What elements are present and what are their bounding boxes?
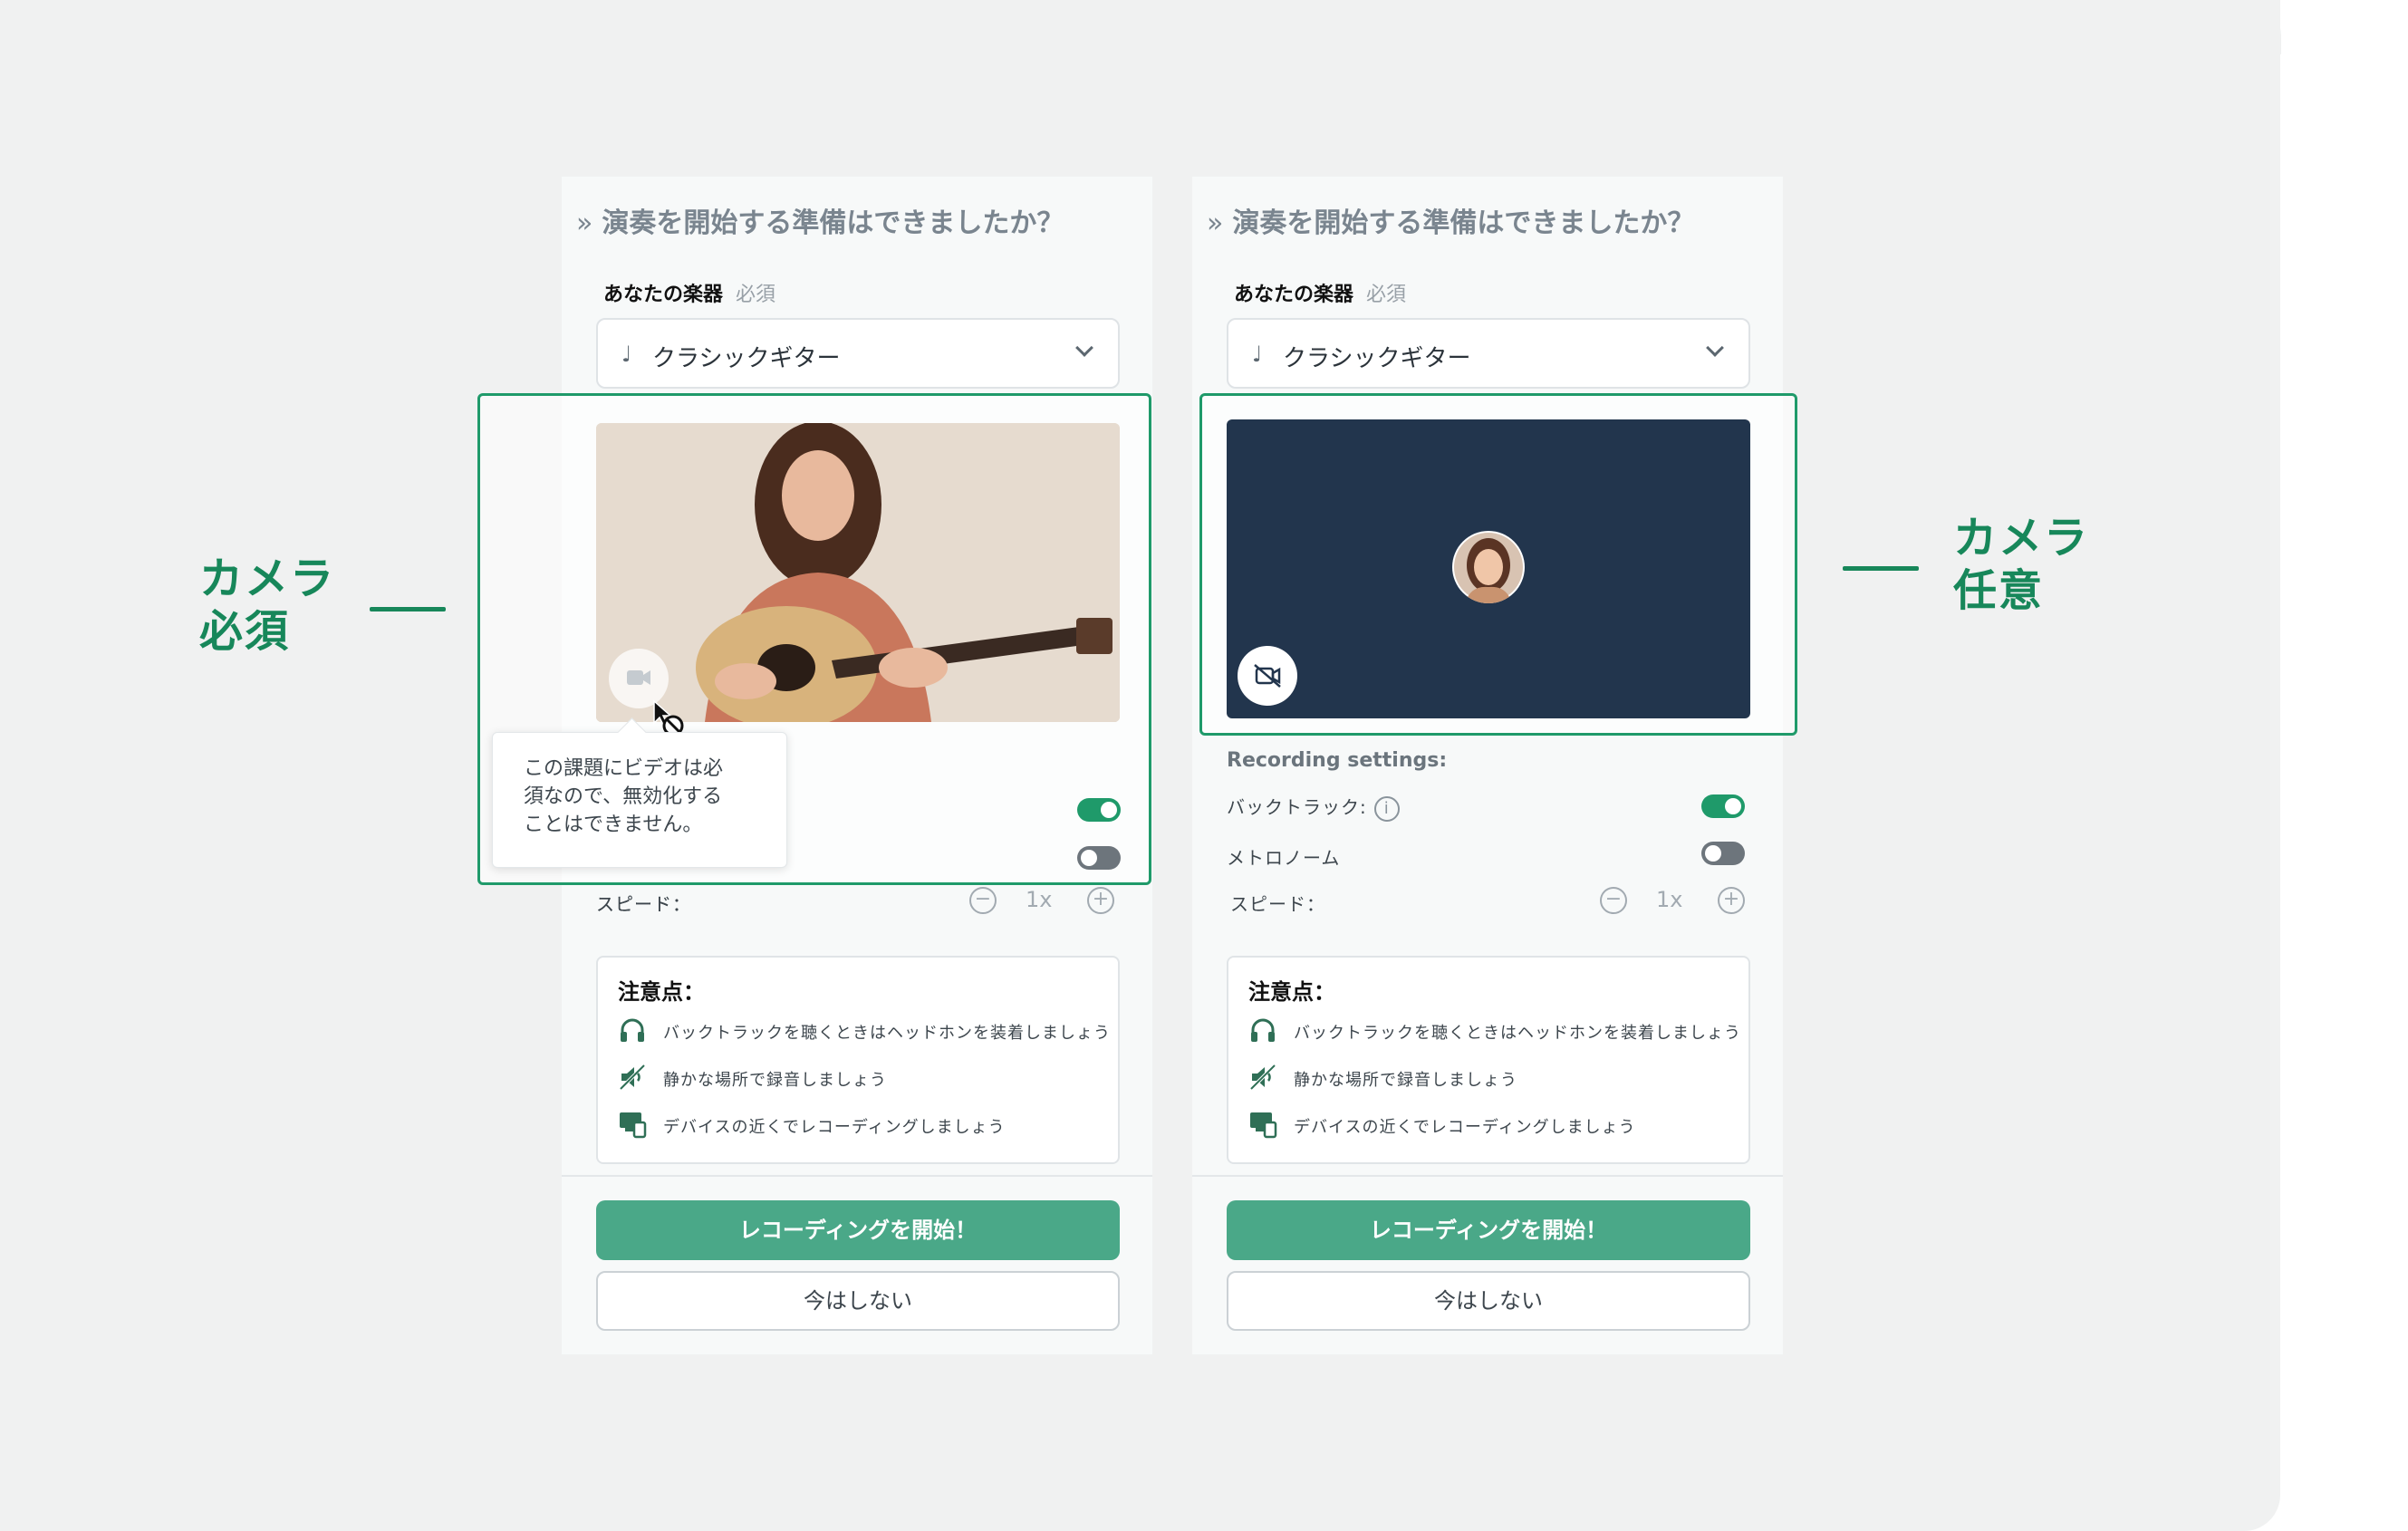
speed-stepper: − 1x + [969,887,1114,916]
video-required-tooltip: この課題にビデオは必 須なので、無効化する ことはできません。 [492,732,787,868]
backtrack-toggle[interactable] [1077,798,1121,822]
notes-title: 注意点： [618,979,705,1005]
camera-optional-label-line1: カメラ [1953,513,2090,563]
speed-decrease-button[interactable]: − [969,887,997,914]
video-camera-off-icon [1254,664,1281,688]
speed-value: 1x [1026,887,1053,912]
right-panel: » 演奏を開始する準備はできましたか？ あなたの楽器 必須 ♩ クラシックギター R… [1192,177,1783,1354]
devices-icon [620,1112,647,1139]
speed-increase-button[interactable]: + [1718,887,1745,914]
speed-increase-button[interactable]: + [1087,887,1114,914]
not-now-button[interactable]: 今はしない [1227,1271,1750,1331]
instrument-label: あなたの楽器 必須 [1234,278,1406,307]
panel-title: » 演奏を開始する準備はできましたか？ [1207,200,1694,240]
chevron-down-icon [1706,339,1724,357]
double-chevron-right-icon[interactable]: » [1207,207,1223,239]
camera-off-toggle-button[interactable] [1238,646,1297,706]
camera-preview [596,423,1120,722]
note-text: デバイスの近くでレコーディングしましょう [663,1118,1006,1137]
devices-icon [1250,1112,1277,1139]
backtrack-label: バックトラック: [1227,796,1367,818]
note-text: デバイスの近くでレコーディングしましょう [1294,1118,1636,1137]
camera-off-preview [1227,419,1750,718]
avatar-image [1454,533,1523,603]
instrument-select-value: クラシックギター [652,345,841,372]
footer-divider [562,1175,1152,1177]
camera-required-label-line2: 必須 [199,606,291,657]
start-recording-button[interactable]: レコーディングを開始！ [1227,1200,1750,1260]
headphones-icon [621,1018,644,1042]
metronome-toggle[interactable] [1077,846,1121,870]
note-text: 静かな場所で録音しましょう [663,1071,887,1090]
instrument-label: あなたの楽器 必須 [603,278,775,307]
right-connector-line [1843,566,1919,571]
speed-label: スピード： [1230,893,1325,915]
panel-title: » 演奏を開始する準備はできましたか？ [576,200,1064,240]
guitar-icon: ♩ [1252,342,1263,367]
instrument-label-text: あなたの楽器 [603,284,724,306]
notes-box: 注意点： バックトラックを聴くときはヘッドホンを装着しましょう 静かな場所で録音… [1227,956,1750,1164]
note-text: バックトラックを聴くときはヘッドホンを装着しましょう [1294,1024,1741,1043]
left-speed-label-overlay: スピード： [596,893,691,915]
camera-required-label: カメラ 必須 [199,553,335,658]
notes-box: 注意点： バックトラックを聴くときはヘッドホンを装着しましょう 静かな場所で録音… [596,956,1120,1164]
info-icon[interactable]: i [1373,795,1400,822]
instrument-select[interactable]: ♩ クラシックギター [1227,318,1750,389]
guitarist-video-frame [596,423,1120,722]
speed-decrease-button[interactable]: − [1600,887,1627,914]
required-tag: 必須 [1366,284,1407,306]
double-chevron-right-icon[interactable]: » [576,207,592,239]
guitar-icon: ♩ [621,342,632,367]
tooltip-line-2: 須なので、無効化する [524,785,723,808]
quiet-icon [1249,1064,1276,1091]
backtrack-row: バックトラック: i [1227,793,1400,822]
instrument-label-text: あなたの楽器 [1234,284,1354,306]
not-now-button[interactable]: 今はしない [596,1271,1120,1331]
metronome-label: メトロノーム [1227,847,1341,869]
note-text: 静かな場所で録音しましょう [1294,1071,1517,1090]
camera-optional-label: カメラ 任意 [1953,512,2089,617]
instrument-select[interactable]: ♩ クラシックギター [596,318,1120,389]
speed-value: 1x [1656,887,1683,912]
metronome-toggle[interactable] [1701,842,1745,865]
footer-divider [1192,1175,1783,1177]
backtrack-toggle[interactable] [1701,794,1745,818]
speed-stepper: − 1x + [1600,887,1745,916]
notes-title: 注意点： [1248,979,1335,1005]
panel-title-text: 演奏を開始する準備はできましたか？ [602,207,1064,239]
required-tag: 必須 [736,284,776,306]
left-connector-line [370,607,446,611]
tooltip-line-3: ことはできません。 [524,814,703,836]
chevron-down-icon [1075,339,1093,357]
tooltip-line-1: この課題にビデオは必 [524,757,724,780]
recording-settings-title: Recording settings: [1227,749,1448,772]
note-text: バックトラックを聴くときはヘッドホンを装着しましょう [663,1024,1111,1043]
avatar [1452,531,1525,603]
instrument-select-value: クラシックギター [1283,345,1471,372]
camera-optional-label-line2: 任意 [1953,565,2045,616]
start-recording-button[interactable]: レコーディングを開始！ [596,1200,1120,1260]
panel-title-text: 演奏を開始する準備はできましたか？ [1232,207,1695,239]
headphones-icon [1251,1018,1275,1042]
camera-required-label-line1: カメラ [199,554,336,604]
quiet-icon [619,1064,646,1091]
